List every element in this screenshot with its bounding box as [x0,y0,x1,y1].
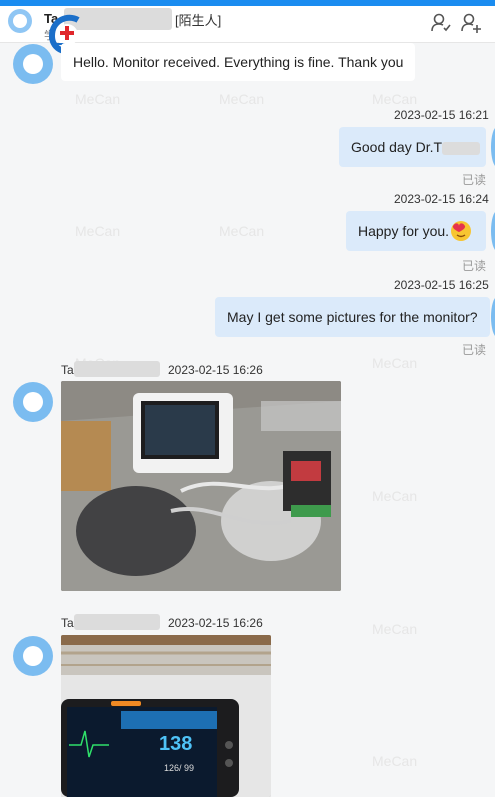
blushing-face-emoji-icon [451,221,471,241]
message-timestamp: 2023-02-15 16:25 [394,278,489,292]
message-list[interactable]: MeCan MeCan MeCan MeCan MeCan MeCan MeCa… [0,43,495,797]
watermark: MeCan [372,753,418,769]
stranger-tag: [陌生人] [175,13,222,28]
message-timestamp: 2023-02-15 16:26 [168,363,263,377]
redacted-sender [74,614,160,630]
watermark: MeCan [372,91,418,107]
add-contact-icon[interactable] [460,12,482,34]
monitor-package-photo[interactable] [61,381,341,591]
watermark: MeCan [372,355,418,371]
my-avatar[interactable] [491,297,495,337]
my-avatar[interactable] [491,127,495,167]
contact-avatar[interactable] [8,9,32,33]
message-text: Happy for you. [358,223,450,239]
read-status: 已读 [462,259,487,273]
message-timestamp: 2023-02-15 16:26 [168,616,263,630]
monitor-heart-rate: 138 [159,733,193,755]
redacted-text [442,141,481,155]
user-settings-icon[interactable] [430,12,452,34]
monitor-screen-photo[interactable]: 138 126/ 99 [61,635,271,797]
contact-avatar[interactable] [13,382,53,422]
message-timestamp: 2023-02-15 16:24 [394,192,489,206]
watermark: MeCan [75,91,121,107]
outgoing-message[interactable]: Good day Dr.T [339,127,486,167]
watermark: MeCan [219,223,265,239]
contact-avatar[interactable] [13,636,53,676]
incoming-message[interactable]: Hello. Monitor received. Everything is f… [61,43,416,81]
watermark: MeCan [219,91,265,107]
message-text: Good day Dr.T [351,139,443,155]
message-timestamp: 2023-02-15 16:21 [394,108,489,122]
monitor-blood-pressure: 126/ 99 [164,763,195,773]
sender-name: Ta [61,363,74,377]
redacted-sender [74,361,160,377]
watermark: MeCan [75,223,121,239]
outgoing-message[interactable]: May I get some pictures for the monitor? [215,297,490,337]
my-avatar[interactable] [491,211,495,251]
read-status: 已读 [462,173,487,187]
outgoing-message[interactable]: Happy for you. [346,211,486,251]
contact-avatar[interactable] [13,44,53,84]
watermark: MeCan [372,488,418,504]
read-status: 已读 [462,343,487,357]
sender-name: Ta [61,616,74,630]
watermark: MeCan [372,621,418,637]
